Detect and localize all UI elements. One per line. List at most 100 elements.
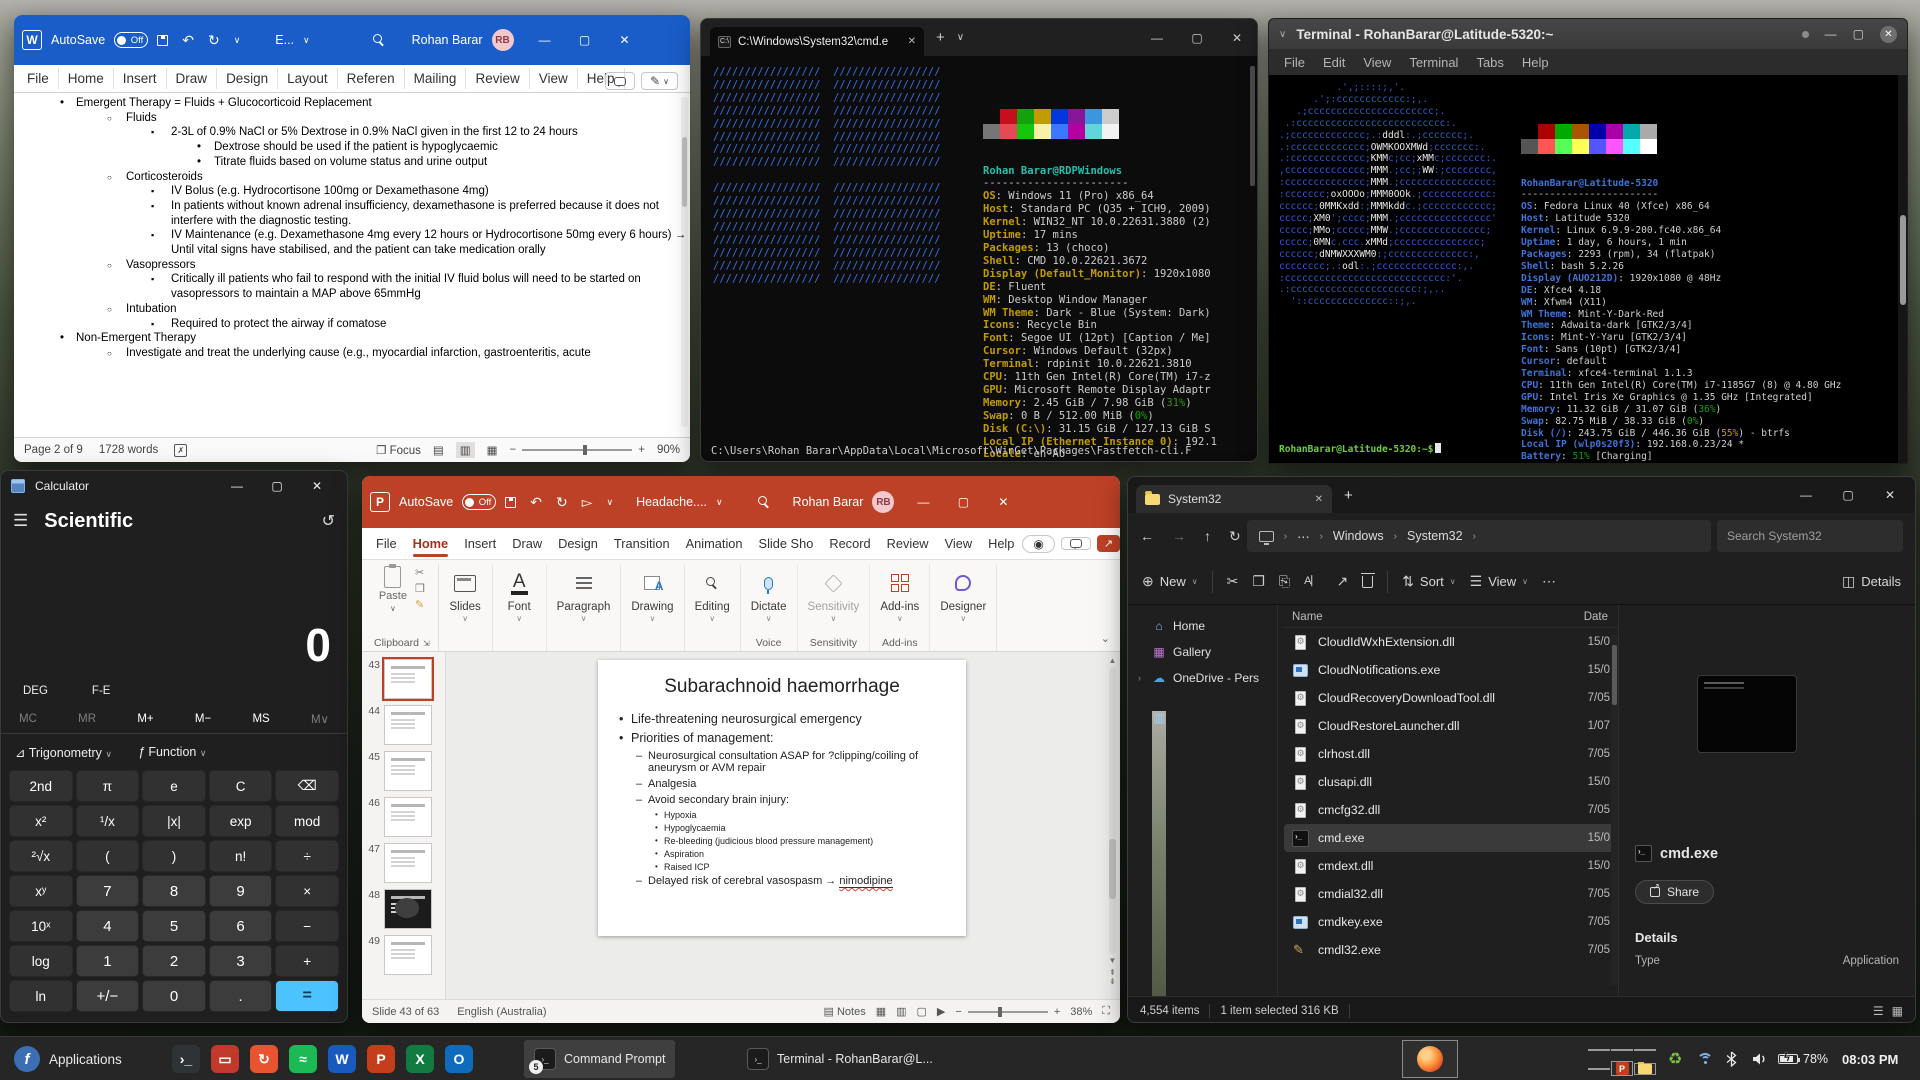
undo-icon[interactable]: ↶ bbox=[182, 32, 194, 49]
bluetooth-icon[interactable] bbox=[1726, 1037, 1737, 1080]
calculator-key[interactable]: . bbox=[208, 980, 273, 1012]
calculator-key[interactable]: C bbox=[208, 770, 273, 802]
tray-slot[interactable] bbox=[1634, 1048, 1656, 1051]
tab-close-icon[interactable]: ✕ bbox=[908, 36, 916, 47]
avatar[interactable]: RB bbox=[491, 29, 514, 51]
file-row[interactable]: CloudNotifications.exe 15/0 bbox=[1284, 656, 1618, 684]
tab-close-icon[interactable]: ✕ bbox=[1315, 494, 1323, 505]
file-row[interactable]: clusapi.dll 15/0 bbox=[1284, 768, 1618, 796]
memory-button[interactable]: MS bbox=[252, 713, 269, 725]
view-button[interactable]: ☰ View ∨ bbox=[1470, 573, 1528, 590]
maximize-button[interactable]: ▢ bbox=[1853, 27, 1864, 41]
slide-title[interactable]: Subarachnoid haemorrhage bbox=[616, 676, 948, 698]
close-button[interactable]: ✕ bbox=[605, 34, 645, 46]
fit-slide-icon[interactable]: ⛶ bbox=[1102, 1005, 1110, 1018]
cmd-tab[interactable]: C:\ C:\Windows\System32\cmd.e ✕ bbox=[710, 27, 924, 56]
delete-icon[interactable] bbox=[1360, 572, 1375, 588]
terminal-menu-item[interactable]: Help bbox=[1513, 55, 1558, 70]
qat-caret-icon[interactable]: ∨ bbox=[606, 497, 613, 508]
ppt-ribbon-tab[interactable]: Record bbox=[821, 531, 878, 556]
close-button[interactable]: ✕ bbox=[1880, 25, 1897, 43]
maximize-button[interactable]: ▢ bbox=[943, 496, 983, 508]
undo-icon[interactable]: ↶ bbox=[530, 494, 542, 511]
word-ribbon-tab[interactable]: Mailing bbox=[405, 68, 467, 89]
calculator-key[interactable]: ÷ bbox=[275, 840, 339, 872]
history-icon[interactable]: ↺ bbox=[322, 511, 335, 531]
close-button[interactable]: ✕ bbox=[1217, 32, 1257, 44]
memory-button[interactable]: MR bbox=[78, 713, 96, 725]
terminal-menu-item[interactable]: Edit bbox=[1314, 55, 1354, 70]
maximize-button[interactable]: ▢ bbox=[1829, 489, 1867, 501]
comments-button[interactable] bbox=[1060, 537, 1091, 550]
slideshow-icon[interactable]: ▶ bbox=[937, 1005, 945, 1018]
title-caret-icon[interactable]: ∨ bbox=[716, 497, 723, 508]
title-caret-icon[interactable]: ∨ bbox=[303, 35, 310, 46]
calculator-key[interactable]: 6 bbox=[208, 910, 273, 942]
memory-button[interactable]: M+ bbox=[137, 713, 153, 725]
expand-chevron-icon[interactable]: › bbox=[1138, 673, 1145, 683]
ppt-ribbon-tab[interactable]: Design bbox=[550, 531, 606, 556]
redo-icon[interactable]: ↻ bbox=[208, 32, 220, 49]
file-list[interactable]: Name Date CloudIdWxhExtension.dll 15/0 C… bbox=[1278, 605, 1618, 996]
ribbon-group[interactable]: Designer ∨ bbox=[930, 564, 998, 651]
calculator-key[interactable]: 0 bbox=[142, 980, 206, 1012]
column-date[interactable]: Date bbox=[1584, 611, 1610, 623]
ribbon-group[interactable]: A Font ∨ bbox=[493, 564, 547, 651]
ppt-ribbon-tab[interactable]: Transition bbox=[606, 531, 678, 556]
more-options-icon[interactable]: ⋯ bbox=[1542, 573, 1556, 590]
hamburger-menu-icon[interactable]: ☰ bbox=[13, 511, 28, 531]
normal-view-icon[interactable]: ▦ bbox=[876, 1005, 886, 1018]
ppt-ribbon-tab[interactable]: Review bbox=[879, 531, 937, 556]
calculator-key[interactable]: 2 bbox=[142, 945, 206, 977]
record-button[interactable]: ◉ bbox=[1022, 534, 1055, 553]
word-ribbon-tab[interactable]: View bbox=[530, 68, 578, 89]
task-command-prompt[interactable]: ›_ 5 Command Prompt bbox=[524, 1040, 676, 1078]
launcher-icon[interactable]: O bbox=[445, 1045, 473, 1073]
word-count[interactable]: 1728 words bbox=[99, 444, 158, 456]
calculator-key[interactable]: ( bbox=[75, 840, 140, 872]
read-mode-icon[interactable]: ▤ bbox=[433, 443, 444, 457]
calculator-key[interactable]: x² bbox=[9, 805, 73, 837]
launcher-icon[interactable]: ↻ bbox=[250, 1045, 278, 1073]
calculator-key[interactable]: 7 bbox=[75, 875, 140, 907]
slide-sorter-icon[interactable]: ▥ bbox=[896, 1005, 906, 1018]
firefox-tray-button[interactable] bbox=[1402, 1040, 1458, 1078]
calculator-key[interactable]: e bbox=[142, 770, 206, 802]
slide-indicator[interactable]: Slide 43 of 63 bbox=[372, 1006, 439, 1018]
rename-icon[interactable]: A⎸ bbox=[1304, 575, 1322, 588]
ribbon-group[interactable]: Drawing ∨ bbox=[621, 564, 685, 651]
launcher-icon[interactable]: X bbox=[406, 1045, 434, 1073]
cut-icon[interactable]: ✂ bbox=[415, 566, 425, 579]
back-button[interactable]: ← bbox=[1140, 528, 1154, 545]
terminal-menu-item[interactable]: View bbox=[1354, 55, 1400, 70]
word-ribbon-tab[interactable]: Referen bbox=[338, 68, 405, 89]
minimize-button[interactable]: — bbox=[525, 34, 565, 46]
deg-button[interactable]: DEG bbox=[23, 685, 48, 697]
ribbon-group[interactable]: Dictate ∨ Voice bbox=[741, 564, 798, 651]
launcher-icon[interactable]: ▭ bbox=[211, 1045, 239, 1073]
cmd-scrollbar[interactable] bbox=[1250, 66, 1255, 186]
taskbar-clock[interactable]: 08:03 PM bbox=[1842, 1037, 1898, 1080]
calculator-key[interactable]: ⌫ bbox=[275, 770, 339, 802]
tray-folder-icon[interactable] bbox=[1634, 1061, 1656, 1075]
calculator-key[interactable]: π bbox=[75, 770, 140, 802]
new-tab-button[interactable]: + bbox=[1344, 487, 1353, 504]
sidebar-item[interactable]: ▦ Gallery bbox=[1128, 639, 1277, 665]
autosave-toggle[interactable]: Off bbox=[114, 32, 149, 48]
calculator-key[interactable]: 4 bbox=[75, 910, 140, 942]
new-tab-button[interactable]: + bbox=[936, 29, 945, 46]
ribbon-collapse-icon[interactable]: ⌄ bbox=[1101, 632, 1110, 645]
refresh-button[interactable]: ↻ bbox=[1229, 528, 1241, 545]
task-terminal[interactable]: ›_ Terminal - RohanBarar@L... bbox=[737, 1037, 943, 1080]
calculator-key[interactable]: mod bbox=[275, 805, 339, 837]
calculator-key[interactable]: × bbox=[275, 875, 339, 907]
terminal-menu-item[interactable]: File bbox=[1275, 55, 1314, 70]
ppt-ribbon-tab[interactable]: Home bbox=[405, 531, 457, 557]
cut-icon[interactable]: ✂ bbox=[1227, 573, 1239, 590]
calculator-key[interactable]: ) bbox=[142, 840, 206, 872]
volume-icon[interactable] bbox=[1752, 1037, 1768, 1080]
details-toggle-button[interactable]: ◫ Details bbox=[1842, 573, 1901, 590]
ribbon-group[interactable]: Add-ins ∨ Add-ins bbox=[870, 564, 931, 651]
calculator-key[interactable]: 8 bbox=[142, 875, 206, 907]
window-menu-icon[interactable]: ∨ bbox=[1279, 29, 1286, 40]
